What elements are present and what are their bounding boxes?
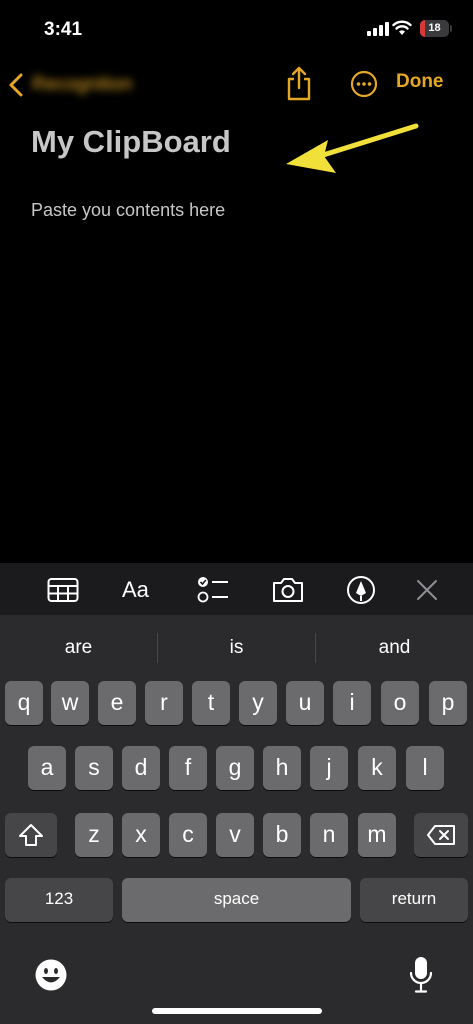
delete-key[interactable]: [414, 813, 468, 857]
suggestion-item[interactable]: and: [316, 615, 473, 661]
shift-key[interactable]: [5, 813, 57, 857]
close-icon[interactable]: [414, 575, 440, 605]
space-key[interactable]: space: [122, 878, 351, 922]
keyboard: are is and q w e r t y u i o p a s d f g…: [0, 615, 473, 1024]
key-a[interactable]: a: [28, 746, 66, 790]
backspace-icon: [427, 825, 455, 845]
key-r[interactable]: r: [145, 681, 183, 725]
markup-pen-icon[interactable]: [346, 575, 376, 605]
key-c[interactable]: c: [169, 813, 207, 857]
key-o[interactable]: o: [381, 681, 419, 725]
key-v[interactable]: v: [216, 813, 254, 857]
key-g[interactable]: g: [216, 746, 254, 790]
arrow-annotation-icon: [286, 123, 419, 173]
key-x[interactable]: x: [122, 813, 160, 857]
back-button[interactable]: Recognition: [8, 66, 132, 104]
key-p[interactable]: p: [429, 681, 467, 725]
key-w[interactable]: w: [51, 681, 89, 725]
shift-icon: [19, 824, 43, 846]
chevron-left-icon: [9, 73, 23, 97]
status-bar: 3:41 18: [0, 0, 473, 60]
key-t[interactable]: t: [192, 681, 230, 725]
suggestion-item[interactable]: are: [0, 615, 157, 661]
key-q[interactable]: q: [5, 681, 43, 725]
key-i[interactable]: i: [333, 681, 371, 725]
key-e[interactable]: e: [98, 681, 136, 725]
key-n[interactable]: n: [310, 813, 348, 857]
wifi-icon: [392, 20, 412, 35]
key-l[interactable]: l: [406, 746, 444, 790]
checklist-icon[interactable]: [197, 575, 229, 605]
numbers-key[interactable]: 123: [5, 878, 113, 922]
status-time: 3:41: [44, 19, 83, 40]
key-m[interactable]: m: [358, 813, 396, 857]
key-k[interactable]: k: [358, 746, 396, 790]
cellular-signal-icon: [367, 22, 389, 36]
more-options-icon[interactable]: [350, 70, 378, 98]
note-body[interactable]: Paste you contents here: [31, 200, 225, 221]
key-u[interactable]: u: [286, 681, 324, 725]
formatting-toolbar: Aa: [0, 563, 473, 615]
format-icon[interactable]: Aa: [122, 577, 149, 607]
microphone-icon[interactable]: [409, 956, 433, 994]
note-title[interactable]: My ClipBoard: [31, 124, 231, 160]
done-button[interactable]: Done: [396, 71, 444, 93]
camera-icon[interactable]: [271, 575, 305, 605]
key-y[interactable]: y: [239, 681, 277, 725]
back-label: Recognition: [32, 74, 133, 95]
key-j[interactable]: j: [310, 746, 348, 790]
key-f[interactable]: f: [169, 746, 207, 790]
home-indicator: [152, 1008, 322, 1014]
battery-indicator: 18: [420, 20, 449, 37]
return-key[interactable]: return: [360, 878, 468, 922]
key-s[interactable]: s: [75, 746, 113, 790]
nav-bar: Recognition Done: [0, 62, 473, 108]
suggestion-bar: are is and: [0, 615, 473, 663]
suggestion-item[interactable]: is: [158, 615, 315, 661]
emoji-icon[interactable]: [34, 958, 68, 992]
key-h[interactable]: h: [263, 746, 301, 790]
share-icon[interactable]: [284, 66, 314, 102]
battery-level: 18: [428, 22, 441, 34]
table-icon[interactable]: [47, 575, 79, 605]
battery-cap: [450, 25, 452, 32]
key-d[interactable]: d: [122, 746, 160, 790]
key-z[interactable]: z: [75, 813, 113, 857]
key-b[interactable]: b: [263, 813, 301, 857]
